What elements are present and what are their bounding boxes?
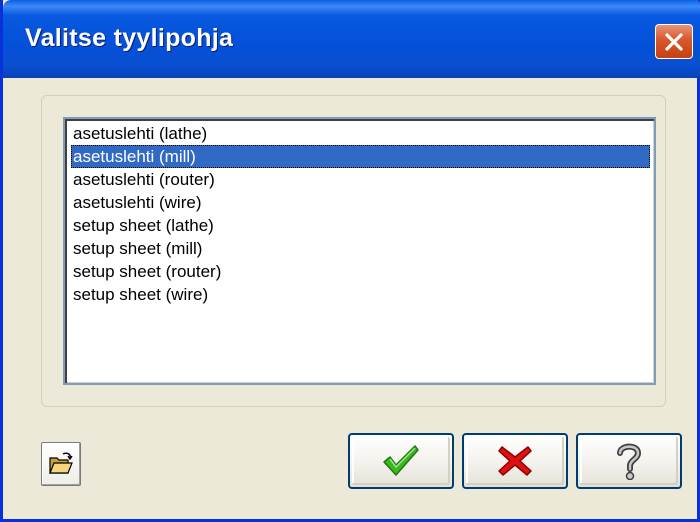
question-mark-icon xyxy=(614,442,644,480)
list-item[interactable]: setup sheet (mill) xyxy=(71,237,650,260)
ok-button[interactable] xyxy=(348,433,454,489)
open-folder-button[interactable] xyxy=(41,442,81,486)
list-item[interactable]: asetuslehti (router) xyxy=(71,168,650,191)
dialog-window: Valitse tyylipohja asetuslehti (lathe) a… xyxy=(0,0,700,522)
red-x-icon xyxy=(497,444,533,478)
checkmark-icon xyxy=(381,444,421,478)
close-icon xyxy=(663,31,685,53)
dialog-title: Valitse tyylipohja xyxy=(25,24,234,52)
help-button[interactable] xyxy=(576,433,682,489)
folder-open-icon xyxy=(48,452,74,476)
list-item[interactable]: setup sheet (wire) xyxy=(71,283,650,306)
cancel-button[interactable] xyxy=(462,433,568,489)
list-item[interactable]: asetuslehti (lathe) xyxy=(71,122,650,145)
list-item[interactable]: asetuslehti (wire) xyxy=(71,191,650,214)
style-template-listbox[interactable]: asetuslehti (lathe) asetuslehti (mill) a… xyxy=(63,117,656,385)
list-item[interactable]: setup sheet (router) xyxy=(71,260,650,283)
list-item-selected[interactable]: asetuslehti (mill) xyxy=(71,145,650,168)
close-button[interactable] xyxy=(655,24,693,59)
list-item[interactable]: setup sheet (lathe) xyxy=(71,214,650,237)
title-bar[interactable]: Valitse tyylipohja xyxy=(3,0,700,78)
